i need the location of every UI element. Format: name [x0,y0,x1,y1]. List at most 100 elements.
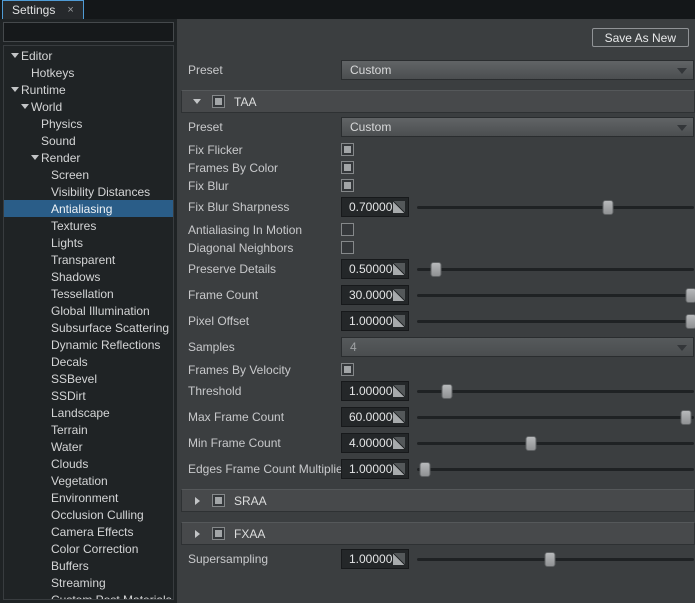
tree-item-sound[interactable]: Sound [4,132,173,149]
tree-item-physics[interactable]: Physics [4,115,173,132]
slider-handle[interactable] [603,200,614,215]
section-header-fxaa[interactable]: FXAA [181,522,695,545]
tree-item-world[interactable]: World [4,98,173,115]
tree-item-editor[interactable]: Editor [4,47,173,64]
slider-track[interactable] [417,442,694,445]
tree-item-landscape[interactable]: Landscape [4,404,173,421]
slider-threshold[interactable] [417,382,694,400]
tree-item-vegetation[interactable]: Vegetation [4,472,173,489]
checkbox-frames-by-velocity[interactable] [341,363,354,376]
chevron-down-icon[interactable] [191,99,203,104]
spinbox-preserve-details[interactable]: 0.50000 [341,259,409,279]
close-icon[interactable]: × [67,5,73,16]
slider-preserve-details[interactable] [417,260,694,278]
value-drag-icon[interactable] [393,411,405,423]
chevron-down-icon[interactable] [9,53,21,58]
tree-item-environment[interactable]: Environment [4,489,173,506]
tree-item-ssdirt[interactable]: SSDirt [4,387,173,404]
tree-item-buffers[interactable]: Buffers [4,557,173,574]
slider-supersampling[interactable] [417,550,694,568]
value-drag-icon[interactable] [393,315,405,327]
slider-track[interactable] [417,468,694,471]
chevron-down-icon[interactable] [29,155,41,160]
slider-track[interactable] [417,416,694,419]
tree-item-custom-post-materials[interactable]: Custom Post Materials [4,591,173,600]
chevron-right-icon[interactable] [191,530,203,538]
tree-item-visibility-distances[interactable]: Visibility Distances [4,183,173,200]
tree-item-hotkeys[interactable]: Hotkeys [4,64,173,81]
checkbox-frames-by-color[interactable] [341,161,354,174]
tree-item-dynamic-reflections[interactable]: Dynamic Reflections [4,336,173,353]
tree-item-global-illumination[interactable]: Global Illumination [4,302,173,319]
tree-item-antialiasing[interactable]: Antialiasing [4,200,173,217]
chevron-down-icon[interactable] [9,87,21,92]
dropdown-samples[interactable]: 4 [341,337,694,357]
dropdown-preset[interactable]: Custom [341,117,694,137]
checkbox-fix-flicker[interactable] [341,143,354,156]
spinbox-frame-count[interactable]: 30.00000 [341,285,409,305]
save-as-new-button[interactable]: Save As New [592,28,689,47]
tree-item-ssbevel[interactable]: SSBevel [4,370,173,387]
tree-item-decals[interactable]: Decals [4,353,173,370]
slider-handle[interactable] [544,552,555,567]
tree-item-terrain[interactable]: Terrain [4,421,173,438]
slider-min-frame-count[interactable] [417,434,694,452]
tree-item-screen[interactable]: Screen [4,166,173,183]
value-drag-icon[interactable] [393,289,405,301]
slider-track[interactable] [417,558,694,561]
tree-item-color-correction[interactable]: Color Correction [4,540,173,557]
section-header-sraa[interactable]: SRAA [181,489,695,512]
tree-item-transparent[interactable]: Transparent [4,251,173,268]
tree-item-lights[interactable]: Lights [4,234,173,251]
tree-item-shadows[interactable]: Shadows [4,268,173,285]
checkbox-taa[interactable] [212,95,225,108]
spinbox-max-frame-count[interactable]: 60.00000 [341,407,409,427]
slider-handle[interactable] [686,314,695,329]
tree-item-subsurface-scattering[interactable]: Subsurface Scattering [4,319,173,336]
slider-frame-count[interactable] [417,286,694,304]
spinbox-fix-blur-sharpness[interactable]: 0.70000 [341,197,409,217]
slider-handle[interactable] [420,462,431,477]
slider-handle[interactable] [431,262,442,277]
slider-pixel-offset[interactable] [417,312,694,330]
slider-track[interactable] [417,320,694,323]
checkbox-fix-blur[interactable] [341,179,354,192]
tree-item-water[interactable]: Water [4,438,173,455]
tree-item-clouds[interactable]: Clouds [4,455,173,472]
slider-handle[interactable] [686,288,695,303]
spinbox-edges-frame-count-multiplier[interactable]: 1.00000 [341,459,409,479]
search-input[interactable] [3,22,174,42]
section-header-taa[interactable]: TAA [181,90,695,113]
checkbox-diagonal-neighbors[interactable] [341,241,354,254]
slider-handle[interactable] [525,436,536,451]
slider-handle[interactable] [680,410,691,425]
spinbox-min-frame-count[interactable]: 4.00000 [341,433,409,453]
spinbox-threshold[interactable]: 1.00000 [341,381,409,401]
slider-track[interactable] [417,206,694,209]
dropdown-preset[interactable]: Custom [341,60,694,80]
slider-max-frame-count[interactable] [417,408,694,426]
chevron-right-icon[interactable] [191,497,203,505]
tree-item-streaming[interactable]: Streaming [4,574,173,591]
value-drag-icon[interactable] [393,201,405,213]
value-drag-icon[interactable] [393,437,405,449]
tree-item-textures[interactable]: Textures [4,217,173,234]
checkbox-antialiasing-in-motion[interactable] [341,223,354,236]
slider-track[interactable] [417,268,694,271]
tree-item-runtime[interactable]: Runtime [4,81,173,98]
value-drag-icon[interactable] [393,553,405,565]
spinbox-supersampling[interactable]: 1.00000 [341,549,409,569]
chevron-down-icon[interactable] [19,104,31,109]
tree-item-render[interactable]: Render [4,149,173,166]
slider-edges-frame-count-multiplier[interactable] [417,460,694,478]
tab-settings[interactable]: Settings × [2,0,84,19]
slider-fix-blur-sharpness[interactable] [417,198,694,216]
tree-item-tessellation[interactable]: Tessellation [4,285,173,302]
tree-item-camera-effects[interactable]: Camera Effects [4,523,173,540]
value-drag-icon[interactable] [393,463,405,475]
tree-item-occlusion-culling[interactable]: Occlusion Culling [4,506,173,523]
checkbox-sraa[interactable] [212,494,225,507]
slider-track[interactable] [417,294,694,297]
checkbox-fxaa[interactable] [212,527,225,540]
slider-handle[interactable] [442,384,453,399]
